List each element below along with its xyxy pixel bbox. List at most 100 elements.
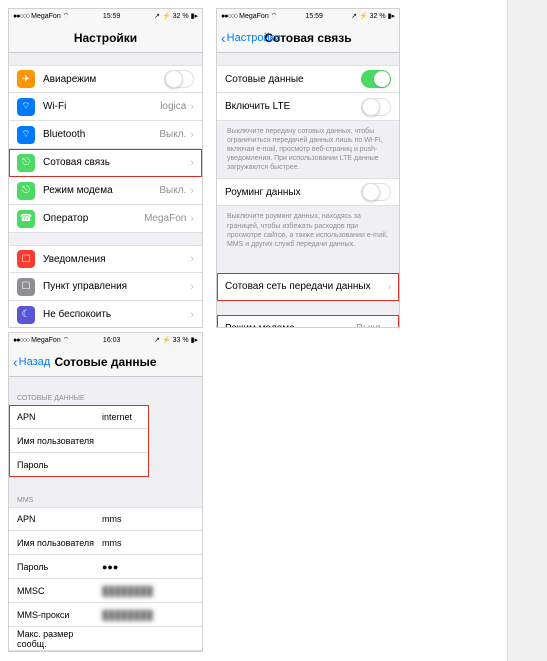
section-header: MMS	[9, 491, 202, 507]
chevron-right-icon: ›	[190, 253, 194, 265]
field-имя-пользователя[interactable]: Имя пользователяmms	[9, 531, 202, 555]
back-button[interactable]: ‹Назад	[13, 354, 50, 370]
back-button[interactable]: ‹Настройки	[221, 30, 281, 46]
screen-cellular-data: ●●○○○MegaFon⌔ 16:03 ↗⚡33 %▮▸ ‹Назад Сото…	[8, 332, 203, 652]
field-value[interactable]: ████████	[102, 586, 153, 596]
header: Настройки	[9, 23, 202, 53]
settings-group-1: ✈Авиарежим⌔Wi-Filogica›⌔BluetoothВыкл.›⎋…	[9, 65, 202, 233]
chevron-right-icon: ›	[190, 281, 194, 293]
field-mms-прокси[interactable]: MMS-прокси████████	[9, 603, 202, 627]
section-header: СОТОВЫЕ ДАННЫЕ	[9, 389, 202, 405]
row-режим-модема[interactable]: Режим модемаВыкл. ›	[217, 315, 399, 328]
row-value: logica	[160, 101, 186, 112]
row-label: Не беспокоить	[43, 309, 190, 320]
row-не-беспокоить[interactable]: ☾ Не беспокоить›	[9, 301, 202, 328]
field-value[interactable]: ●●●	[102, 562, 118, 572]
field-value[interactable]: mms	[102, 538, 122, 548]
row-авиарежим: ✈ Авиарежим	[9, 65, 202, 93]
row-сотовая-связь[interactable]: ⎋ Сотовая связь›	[9, 149, 202, 177]
row-icon: ⌔	[17, 98, 35, 116]
row-label: Режим модема	[43, 185, 159, 196]
row-уведомления[interactable]: ☐ Уведомления›	[9, 245, 202, 273]
field-имя-пользователя[interactable]: Имя пользователя	[9, 429, 149, 453]
field-apn[interactable]: APNinternet	[9, 405, 149, 429]
toggle-switch[interactable]	[361, 98, 391, 116]
row-label: Роуминг данных	[225, 187, 361, 198]
page-title: Сотовые данные	[54, 355, 156, 369]
header: ‹Назад Сотовые данные	[9, 347, 202, 377]
header: ‹Настройки Сотовая связь	[217, 23, 399, 53]
row-bluetooth[interactable]: ⌔ BluetoothВыкл. ›	[9, 121, 202, 149]
row-сотовая-сеть-передачи-данных[interactable]: Сотовая сеть передачи данных›	[217, 273, 399, 301]
chevron-right-icon: ›	[190, 129, 194, 141]
chevron-right-icon: ›	[387, 323, 391, 328]
field-label: MMS-прокси	[17, 610, 102, 620]
toggle-switch[interactable]	[164, 70, 194, 88]
field-value[interactable]: internet	[102, 412, 132, 422]
row-режим-модема[interactable]: ⎋ Режим модемаВыкл. ›	[9, 177, 202, 205]
row-wi-fi[interactable]: ⌔Wi-Filogica›	[9, 93, 202, 121]
field-label: MMSC	[17, 586, 102, 596]
help-text: Выключите передачу сотовых данных, чтобы…	[217, 121, 399, 178]
settings-group-2: ☐Уведомления›☐Пункт управления›☾Не беспо…	[9, 245, 202, 328]
row-icon: ⎋	[17, 182, 35, 200]
row-включить-lte: Включить LTE	[217, 93, 399, 121]
chevron-right-icon: ›	[190, 101, 194, 113]
field-label: Имя пользователя	[17, 538, 102, 548]
row-сотовые-данные: Сотовые данные	[217, 65, 399, 93]
row-icon: ☾	[17, 306, 35, 324]
row-value: Выкл.	[159, 129, 186, 140]
row-label: Включить LTE	[225, 101, 361, 112]
field-пароль[interactable]: Пароль	[9, 453, 149, 477]
row-label: Сотовые данные	[225, 74, 361, 85]
chevron-right-icon: ›	[190, 185, 194, 197]
field-value[interactable]: mms	[102, 514, 122, 524]
help-text: Выключите роуминг данных, находясь за гр…	[217, 206, 399, 254]
screen-settings: ●●○○○MegaFon⌔ 15:59 ↗⚡32 %▮▸ Настройки ✈…	[8, 8, 203, 328]
field-label: Макс. размер сообщ.	[17, 629, 102, 649]
field-label: APN	[17, 514, 102, 524]
row-label: Сотовая связь	[43, 157, 190, 168]
row-icon: ☐	[17, 278, 35, 296]
row-icon: ⎋	[17, 154, 35, 172]
row-icon: ⌔	[17, 126, 35, 144]
field-label: Имя пользователя	[17, 436, 102, 446]
field-value[interactable]: ████████	[102, 610, 153, 620]
chevron-left-icon: ‹	[13, 354, 18, 370]
row-value: Выкл.	[159, 185, 186, 196]
cellular-data-fields: APNinternet Имя пользователя Пароль	[9, 405, 149, 477]
chevron-left-icon: ‹	[221, 30, 226, 46]
row-label: Режим модема	[225, 323, 356, 328]
row-value: Выкл.	[356, 323, 383, 328]
chevron-right-icon: ›	[190, 213, 194, 225]
row-label: Сотовая сеть передачи данных	[225, 281, 387, 292]
field-пароль[interactable]: Пароль●●●	[9, 555, 202, 579]
chevron-right-icon: ›	[190, 157, 194, 169]
toggle-switch[interactable]	[361, 70, 391, 88]
row-value: MegaFon	[144, 213, 186, 224]
chevron-right-icon: ›	[190, 309, 194, 321]
row-label: Авиарежим	[43, 74, 164, 85]
row-оператор[interactable]: ☎ ОператорMegaFon ›	[9, 205, 202, 233]
row-label: Bluetooth	[43, 129, 159, 140]
row-icon: ☎	[17, 210, 35, 228]
field-mmsc[interactable]: MMSC████████	[9, 579, 202, 603]
row-icon: ☐	[17, 250, 35, 268]
status-bar: ●●○○○MegaFon⌔ 15:59 ↗⚡32 %▮▸	[217, 9, 399, 23]
status-bar: ●●○○○MegaFon⌔ 16:03 ↗⚡33 %▮▸	[9, 333, 202, 347]
chevron-right-icon: ›	[387, 281, 391, 293]
field-макс.-размер-сообщ.[interactable]: Макс. размер сообщ.	[9, 627, 202, 651]
row-пункт-управления[interactable]: ☐ Пункт управления›	[9, 273, 202, 301]
row-label: Уведомления	[43, 254, 190, 265]
row-label: Пункт управления	[43, 281, 190, 292]
page-title: Настройки	[74, 31, 137, 45]
sidebar-placeholder	[507, 0, 547, 661]
row-icon: ✈	[17, 70, 35, 88]
screen-cellular: ●●○○○MegaFon⌔ 15:59 ↗⚡32 %▮▸ ‹Настройки …	[216, 8, 400, 328]
row-label: Оператор	[43, 213, 144, 224]
field-apn[interactable]: APNmms	[9, 507, 202, 531]
row-роуминг-данных: Роуминг данных	[217, 178, 399, 206]
toggle-switch[interactable]	[361, 183, 391, 201]
field-label: Пароль	[17, 460, 102, 470]
status-bar: ●●○○○MegaFon⌔ 15:59 ↗⚡32 %▮▸	[9, 9, 202, 23]
